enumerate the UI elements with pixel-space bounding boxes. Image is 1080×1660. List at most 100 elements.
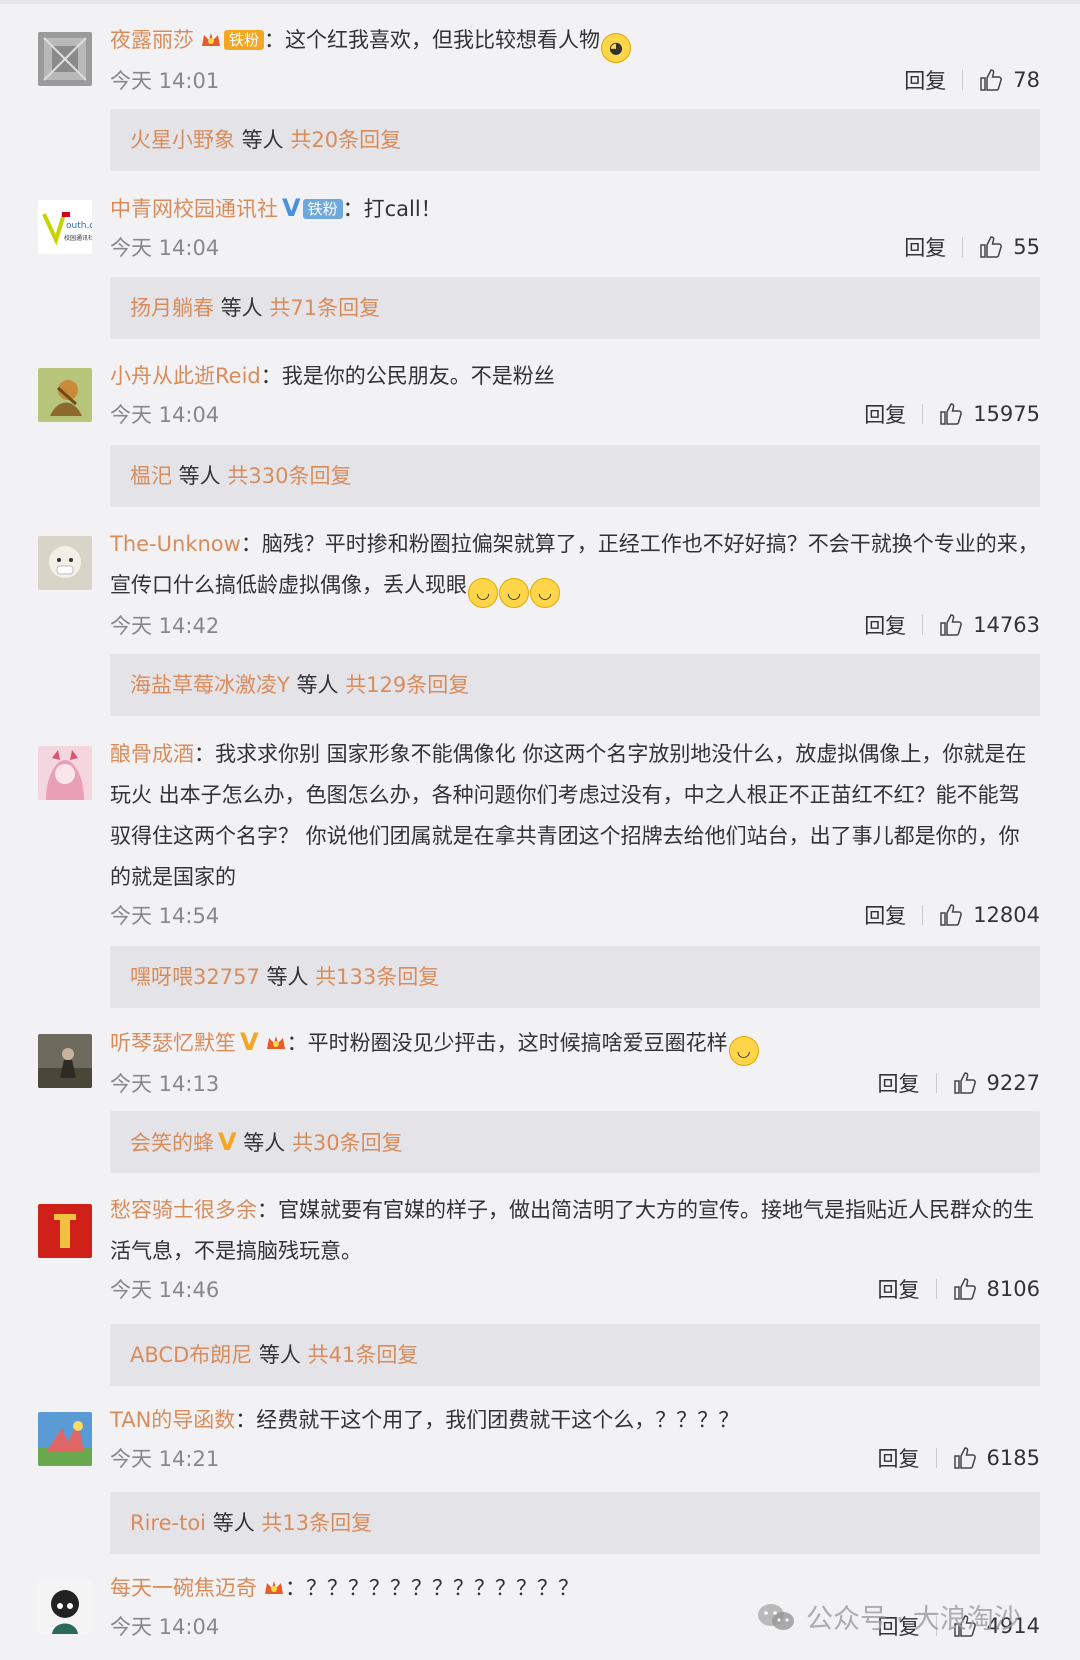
reply-button[interactable]: 回复 bbox=[864, 610, 906, 640]
reply-button[interactable]: 回复 bbox=[864, 399, 906, 429]
top-divider bbox=[0, 0, 1080, 4]
reply-username[interactable]: 榅汜 bbox=[130, 464, 172, 488]
username[interactable]: 愁容骑士很多余 bbox=[110, 1198, 257, 1222]
username[interactable]: 小舟从此逝Reid bbox=[110, 364, 261, 388]
reply-username[interactable]: 嘿呀喂32757 bbox=[130, 965, 260, 989]
like-icon[interactable] bbox=[953, 1446, 977, 1470]
divider bbox=[962, 70, 964, 90]
avatar[interactable] bbox=[38, 536, 92, 590]
comment-text: 夜露丽莎 铁粉 ：这个红我喜欢，但我比较想看人物 ◕ bbox=[110, 20, 1040, 63]
avatar[interactable] bbox=[38, 1412, 92, 1466]
avatar[interactable] bbox=[38, 32, 92, 86]
tiefen-badge: 铁粉 bbox=[302, 199, 343, 219]
reply-preview[interactable]: ABCD布朗尼 等人 共41条回复 bbox=[110, 1324, 1040, 1386]
divider bbox=[935, 1279, 937, 1299]
reply-mid-text: 等人 bbox=[289, 673, 346, 697]
username[interactable]: 每天一碗焦迈奇 bbox=[110, 1576, 257, 1600]
like-icon[interactable] bbox=[953, 1614, 977, 1638]
comment-text: 中青网校园通讯社 V 铁粉 ：打call！ bbox=[110, 188, 1040, 230]
reply-button[interactable]: 回复 bbox=[878, 1443, 920, 1473]
reply-username[interactable]: ABCD布朗尼 bbox=[130, 1343, 252, 1367]
reply-preview[interactable]: 海盐草莓冰激凌Y 等人 共129条回复 bbox=[110, 654, 1040, 716]
comment-content: 平时粉圈没见少抨击，这时候搞啥爱豆圈花样 bbox=[307, 1031, 728, 1055]
reply-preview[interactable]: 嘿呀喂32757 等人 共133条回复 bbox=[110, 946, 1040, 1008]
like-icon[interactable] bbox=[979, 235, 1003, 259]
username[interactable]: 听琴瑟忆默笙 bbox=[110, 1031, 236, 1055]
avatar[interactable] bbox=[38, 1580, 92, 1634]
like-icon[interactable] bbox=[953, 1277, 977, 1301]
reply-username[interactable]: 会笑的蜂 bbox=[130, 1131, 214, 1155]
reply-preview[interactable]: Rire-toi 等人 共13条回复 bbox=[110, 1492, 1040, 1554]
reply-count-link[interactable]: 共41条回复 bbox=[308, 1343, 419, 1367]
avatar[interactable] bbox=[38, 368, 92, 422]
reply-count-link[interactable]: 共330条回复 bbox=[227, 464, 351, 488]
separator: ： bbox=[264, 28, 286, 52]
crown-badge-icon bbox=[202, 33, 220, 46]
reply-username[interactable]: 扬月躺春 bbox=[130, 296, 214, 320]
reply-count-link[interactable]: 共71条回复 bbox=[269, 296, 380, 320]
reply-username[interactable]: Rire-toi bbox=[130, 1511, 206, 1535]
reply-mid-text: 等人 bbox=[206, 1511, 262, 1535]
username[interactable]: 中青网校园通讯社 bbox=[110, 197, 278, 221]
like-count: 9227 bbox=[986, 1071, 1040, 1095]
username[interactable]: The-Unknow bbox=[110, 532, 241, 556]
username[interactable]: 夜露丽莎 bbox=[110, 28, 194, 52]
reply-mid-text: 等人 bbox=[214, 296, 270, 320]
comment-content: ？？？？？？？？？？？？？ bbox=[306, 1576, 579, 1600]
username[interactable]: 酿骨成酒 bbox=[110, 742, 194, 766]
username[interactable]: TAN的导函数 bbox=[110, 1408, 235, 1432]
smirk-emoji-icon: ◡ bbox=[468, 578, 498, 608]
reply-count-link[interactable]: 共20条回复 bbox=[290, 128, 401, 152]
timestamp: 今天 14:04 bbox=[110, 1615, 220, 1639]
divider bbox=[962, 237, 964, 257]
reply-button[interactable]: 回复 bbox=[864, 900, 906, 930]
avatar[interactable] bbox=[38, 746, 92, 800]
reply-mid-text: 等人 bbox=[259, 965, 316, 989]
like-count: 15975 bbox=[973, 402, 1040, 426]
comment-text: 酿骨成酒：我求求你别 国家形象不能偶像化 你这两个名字放别地没什么，放虚拟偶像上… bbox=[110, 734, 1040, 898]
crown-badge-icon bbox=[265, 1581, 283, 1594]
reply-button[interactable]: 回复 bbox=[904, 65, 946, 95]
verified-v-blue-icon: V bbox=[282, 194, 301, 222]
reply-preview[interactable]: 会笑的蜂 V 等人 共30条回复 bbox=[110, 1111, 1040, 1173]
like-count: 4914 bbox=[986, 1614, 1040, 1638]
avatar[interactable]: outh.cn 校园通讯社 bbox=[38, 200, 92, 254]
comment-content: 我是你的公民朋友。不是粉丝 bbox=[281, 364, 555, 388]
avatar[interactable] bbox=[38, 1204, 92, 1258]
reply-count-link[interactable]: 共129条回复 bbox=[345, 673, 469, 697]
svg-text:校园通讯社: 校园通讯社 bbox=[64, 234, 92, 242]
tiefen-badge: 铁粉 bbox=[224, 30, 265, 50]
divider bbox=[922, 404, 924, 424]
like-icon[interactable] bbox=[953, 1071, 977, 1095]
separator: ： bbox=[240, 532, 262, 556]
like-count: 6185 bbox=[986, 1446, 1040, 1470]
doge-emoji-icon: ◕ bbox=[601, 33, 632, 63]
smirk-emoji-icon: ◡ bbox=[499, 578, 529, 608]
reply-button[interactable]: 回复 bbox=[878, 1068, 920, 1098]
reply-button[interactable]: 回复 bbox=[878, 1611, 920, 1641]
divider bbox=[922, 905, 924, 925]
separator: ： bbox=[194, 742, 215, 766]
reply-preview[interactable]: 火星小野象 等人 共20条回复 bbox=[110, 109, 1040, 171]
reply-button[interactable]: 回复 bbox=[904, 232, 946, 262]
comment-text: 听琴瑟忆默笙 V ：平时粉圈没见少抨击，这时候搞啥爱豆圈花样 ◡ bbox=[110, 1022, 1040, 1066]
like-icon[interactable] bbox=[939, 613, 963, 637]
reply-preview[interactable]: 榅汜 等人 共330条回复 bbox=[110, 445, 1040, 507]
reply-preview[interactable]: 扬月躺春 等人 共71条回复 bbox=[110, 277, 1040, 339]
reply-button[interactable]: 回复 bbox=[878, 1274, 920, 1304]
like-icon[interactable] bbox=[939, 402, 963, 426]
like-count: 12804 bbox=[973, 903, 1040, 927]
reply-count-link[interactable]: 共13条回复 bbox=[261, 1511, 372, 1535]
reply-count-link[interactable]: 共30条回复 bbox=[292, 1131, 403, 1155]
timestamp: 今天 14:04 bbox=[110, 403, 220, 427]
like-icon[interactable] bbox=[939, 903, 963, 927]
reply-mid-text: 等人 bbox=[172, 464, 228, 488]
reply-mid-text: 等人 bbox=[252, 1343, 308, 1367]
reply-username[interactable]: 海盐草莓冰激凌Y bbox=[130, 673, 290, 697]
svg-text:outh.cn: outh.cn bbox=[66, 221, 92, 231]
avatar[interactable] bbox=[38, 1034, 92, 1088]
reply-count-link[interactable]: 共133条回复 bbox=[315, 965, 439, 989]
reply-mid-text: 等人 bbox=[236, 1131, 292, 1155]
reply-username[interactable]: 火星小野象 bbox=[130, 128, 235, 152]
like-icon[interactable] bbox=[979, 68, 1003, 92]
